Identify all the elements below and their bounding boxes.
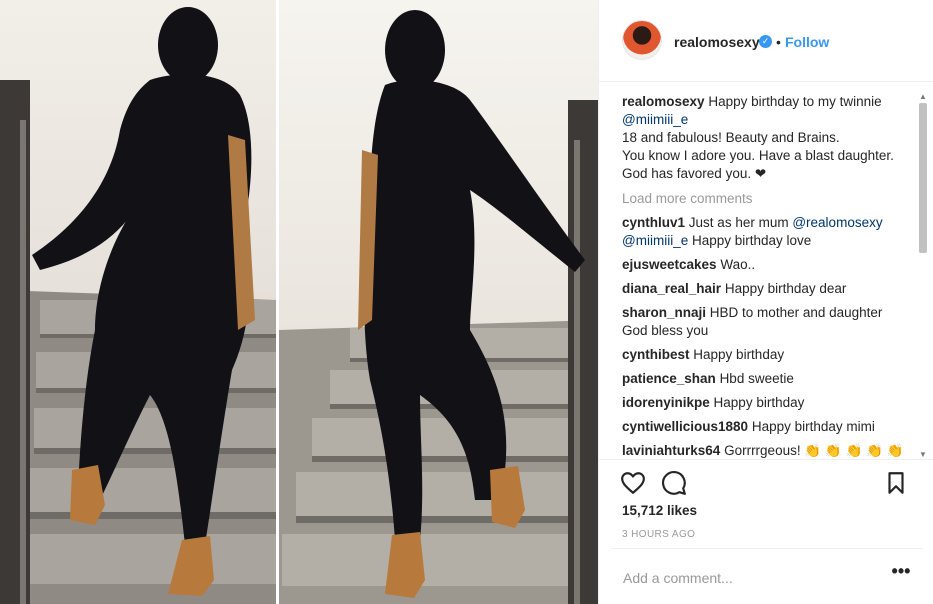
comment-item: diana_real_hair Happy birthday dear	[622, 280, 910, 298]
comment-username[interactable]: sharon_nnaji	[622, 305, 706, 320]
comment-item: cynthluv1 Just as her mum @realomosexy @…	[622, 214, 910, 250]
caption-text-1: Happy birthday to my twinnie	[708, 94, 882, 109]
scroll-thumb[interactable]	[919, 103, 927, 253]
comment-text: Happy birthday mimi	[751, 419, 875, 434]
caption-mention[interactable]: @miimiii_e	[622, 112, 688, 127]
post-header: realomosexy ✓ • Follow	[599, 0, 933, 82]
verified-badge-icon: ✓	[759, 35, 772, 48]
action-bar	[599, 459, 933, 507]
post-side-panel: realomosexy ✓ • Follow realomosexy Happy…	[598, 0, 933, 604]
comment-username[interactable]: cynthluv1	[622, 215, 685, 230]
comment-username[interactable]: diana_real_hair	[622, 281, 721, 296]
photo-divider	[276, 0, 279, 604]
likes-count[interactable]: 15,712 likes	[622, 503, 697, 518]
comment-username[interactable]: cynthibest	[622, 347, 690, 362]
comment-item: laviniahturks64 Gorrrrgeous! 👏 👏 👏 👏 👏	[622, 442, 910, 460]
add-comment-input[interactable]	[621, 566, 875, 590]
instagram-post: realomosexy ✓ • Follow realomosexy Happy…	[0, 0, 933, 604]
comment-bubble-icon[interactable]	[661, 470, 687, 496]
add-comment-bar: •••	[611, 548, 923, 604]
comment-item: patience_shan Hbd sweetie	[622, 370, 910, 388]
comment-item: idorenyinikpe Happy birthday	[622, 394, 910, 412]
caption-username[interactable]: realomosexy	[622, 94, 705, 109]
bookmark-icon[interactable]	[883, 470, 909, 496]
caption: realomosexy Happy birthday to my twinnie…	[622, 93, 910, 183]
comment-text: Happy birthday love	[691, 233, 812, 248]
load-more-comments-button[interactable]: Load more comments	[622, 190, 910, 208]
avatar[interactable]	[622, 20, 662, 60]
scroll-up-icon[interactable]: ▲	[919, 93, 927, 101]
comment-text: Hbd sweetie	[719, 371, 794, 386]
header-separator: •	[776, 34, 781, 50]
follow-button[interactable]: Follow	[785, 34, 829, 50]
comment-text: Gorrrrgeous! 👏 👏 👏 👏 👏	[724, 443, 904, 458]
comment-item: sharon_nnaji HBD to mother and daughter …	[622, 304, 910, 340]
comment-mention[interactable]: @realomosexy	[792, 215, 882, 230]
comments-scrollbar[interactable]: ▲ ▼	[917, 93, 929, 459]
comment-item: ejusweetcakes Wao..	[622, 256, 910, 274]
post-photo[interactable]	[0, 0, 598, 604]
comment-text: Happy birthday dear	[724, 281, 847, 296]
comment-username[interactable]: laviniahturks64	[622, 443, 720, 458]
comment-item: cyntiwellicious1880 Happy birthday mimi	[622, 418, 910, 436]
scroll-down-icon[interactable]: ▼	[919, 451, 927, 459]
header-username[interactable]: realomosexy	[674, 34, 760, 50]
photo-illustration	[0, 7, 598, 604]
comments-list[interactable]: realomosexy Happy birthday to my twinnie…	[622, 93, 910, 463]
post-timestamp[interactable]: 3 HOURS AGO	[622, 529, 695, 540]
caption-text-3: You know I adore you. Have a blast daugh…	[622, 148, 894, 181]
comment-item: cynthibest Happy birthday	[622, 346, 910, 364]
comment-mention[interactable]: @miimiii_e	[622, 233, 688, 248]
comment-text: Just as her mum	[688, 215, 789, 230]
comment-username[interactable]: ejusweetcakes	[622, 257, 717, 272]
caption-text-2: 18 and fabulous! Beauty and Brains.	[622, 130, 840, 145]
more-options-icon[interactable]: •••	[891, 562, 911, 584]
comment-text: Wao..	[720, 257, 756, 272]
comment-text: Happy birthday	[693, 347, 785, 362]
comment-username[interactable]: cyntiwellicious1880	[622, 419, 748, 434]
comment-text: Happy birthday	[713, 395, 805, 410]
heart-icon[interactable]	[620, 470, 646, 496]
comment-username[interactable]: patience_shan	[622, 371, 716, 386]
comment-username[interactable]: idorenyinikpe	[622, 395, 710, 410]
